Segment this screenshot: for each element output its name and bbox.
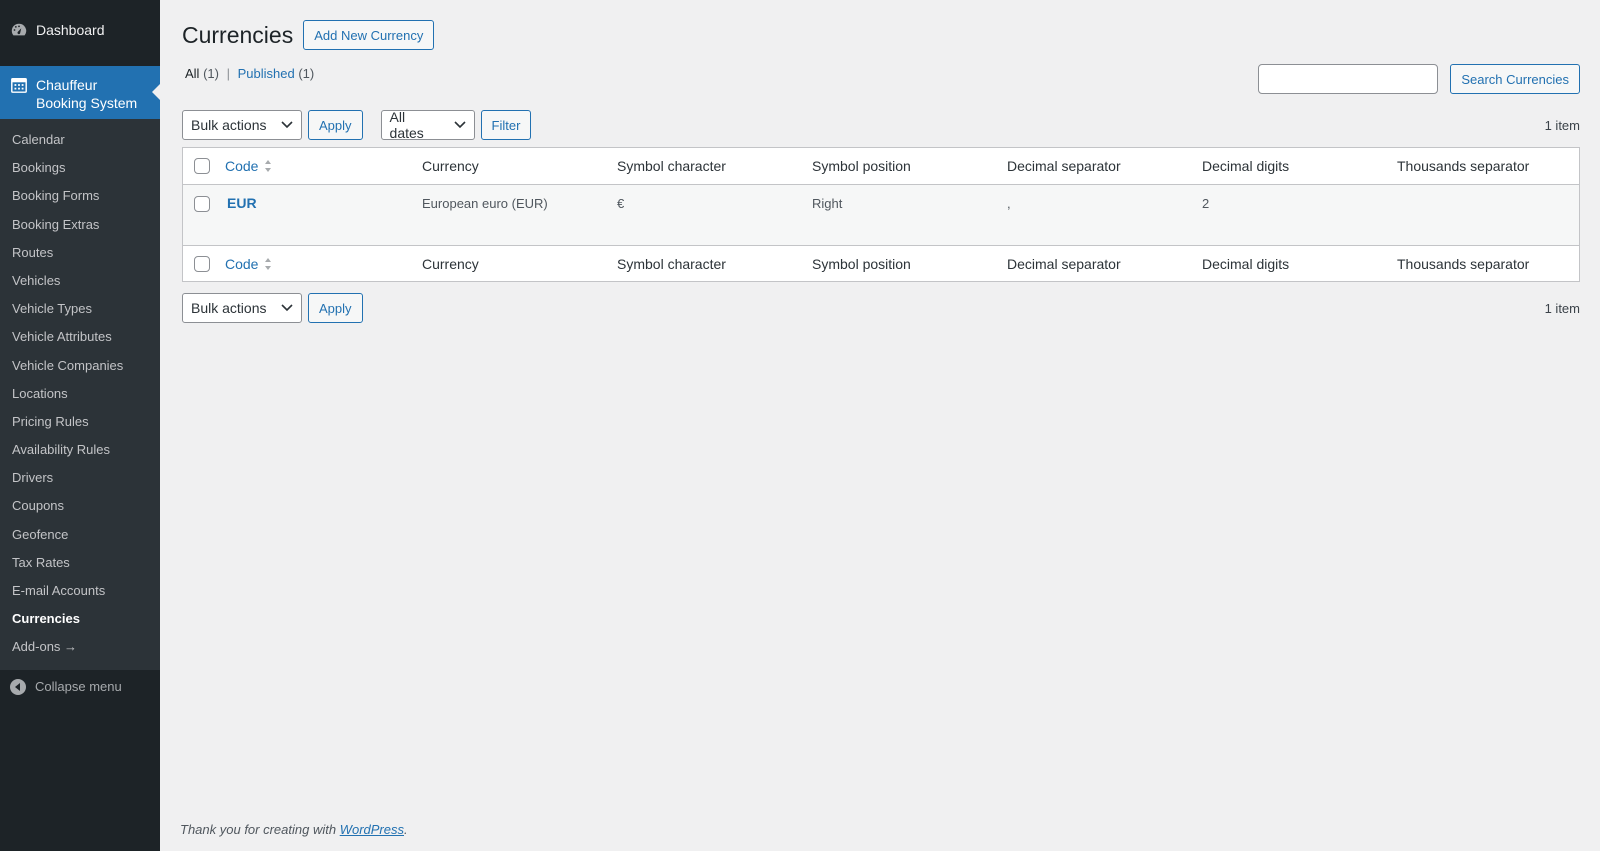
admin-sidebar: Dashboard Chauffeur Booking System Calen… [0, 0, 160, 851]
currency-code-link[interactable]: EUR [227, 195, 257, 211]
page-title: Currencies [182, 21, 294, 48]
search-box: Search Currencies [1258, 64, 1580, 94]
sidebar-item-chauffeur-booking-system[interactable]: Chauffeur Booking System [0, 66, 160, 119]
collapse-menu-label: Collapse menu [35, 679, 122, 695]
currencies-table: Code Currency Symbol character Symbol po… [182, 147, 1580, 282]
column-currency-footer: Currency [422, 255, 479, 272]
page-header: Currencies Add New Currency [182, 20, 1580, 50]
column-symbol-character: Symbol character [617, 158, 726, 174]
calendar-icon [10, 76, 28, 94]
sidebar-item-routes[interactable]: Routes [0, 239, 160, 267]
dates-filter-value: All dates [389, 109, 424, 141]
sort-arrows-icon [264, 257, 272, 271]
footer-period: . [404, 822, 408, 837]
row-decimal-digits: 2 [1202, 196, 1210, 211]
table-footer-row: Code Currency Symbol character Symbol po… [183, 245, 1579, 281]
bulk-actions-select[interactable]: Bulk actions [182, 110, 302, 140]
column-decimal-digits-footer: Decimal digits [1202, 255, 1290, 272]
bulk-actions-value: Bulk actions [191, 117, 267, 133]
view-filters: All (1) | Published (1) [185, 66, 314, 81]
sidebar-item-label: Chauffeur Booking System [36, 77, 138, 111]
chevron-down-icon [281, 304, 293, 312]
collapse-arrow-icon [10, 678, 26, 695]
sort-code-link[interactable]: Code [225, 256, 272, 272]
sidebar-item-tax-rates[interactable]: Tax Rates [0, 549, 160, 577]
sidebar-item-vehicle-types[interactable]: Vehicle Types [0, 295, 160, 323]
items-count: 1 item [1544, 117, 1580, 133]
filter-button[interactable]: Filter [480, 110, 532, 140]
apply-button[interactable]: Apply [308, 110, 363, 140]
sidebar-item-locations[interactable]: Locations [0, 380, 160, 408]
sidebar-item-calendar[interactable]: Calendar [0, 126, 160, 154]
column-symbol-position-footer: Symbol position [812, 255, 911, 272]
sort-arrows-icon [264, 159, 272, 173]
select-all-checkbox-bottom[interactable] [194, 256, 210, 272]
column-symbol-position: Symbol position [812, 158, 911, 174]
column-symbol-character-footer: Symbol character [617, 255, 726, 272]
main-content: Currencies Add New Currency All (1) | Pu… [182, 0, 1580, 323]
row-checkbox[interactable] [194, 196, 210, 212]
sidebar-item-vehicle-companies[interactable]: Vehicle Companies [0, 352, 160, 380]
add-new-currency-button[interactable]: Add New Currency [303, 20, 435, 50]
tablenav-top: Bulk actions Apply All dates Filter 1 it… [182, 109, 1580, 141]
sidebar-item-geofence[interactable]: Geofence [0, 521, 160, 549]
column-thousands-separator-footer: Thousands separator [1397, 255, 1530, 272]
sidebar-item-email-accounts[interactable]: E-mail Accounts [0, 577, 160, 605]
row-symbol-character: € [617, 196, 625, 211]
sidebar-item-vehicle-attributes[interactable]: Vehicle Attributes [0, 323, 160, 351]
table-row: EUR European euro (EUR) € Right , 2 [183, 185, 1579, 245]
view-separator: | [226, 66, 230, 81]
view-all-count: (1) [203, 66, 219, 81]
apply-button-bottom[interactable]: Apply [308, 293, 363, 323]
column-code-label: Code [225, 255, 259, 272]
sidebar-submenu: Calendar Bookings Booking Forms Booking … [0, 119, 160, 670]
items-count-bottom: 1 item [1544, 300, 1580, 316]
footer-text: Thank you for creating with [180, 822, 337, 837]
column-decimal-separator-footer: Decimal separator [1007, 255, 1121, 272]
sidebar-item-drivers[interactable]: Drivers [0, 464, 160, 492]
row-decimal-separator: , [1007, 196, 1011, 211]
admin-footer: Thank you for creating with WordPress. [180, 822, 408, 837]
sidebar-item-bookings[interactable]: Bookings [0, 154, 160, 182]
sidebar-item-dashboard[interactable]: Dashboard [0, 0, 160, 60]
sidebar-item-add-ons[interactable]: Add-ons → [0, 633, 160, 661]
column-code-footer[interactable]: Code [225, 256, 272, 272]
search-currencies-button[interactable]: Search Currencies [1450, 64, 1580, 94]
sidebar-item-booking-extras[interactable]: Booking Extras [0, 211, 160, 239]
sort-code-link[interactable]: Code [225, 158, 272, 174]
row-code[interactable]: EUR [227, 195, 257, 211]
row-currency: European euro (EUR) [422, 196, 548, 211]
view-all-link[interactable]: All [185, 66, 199, 81]
table-header-row: Code Currency Symbol character Symbol po… [183, 148, 1579, 185]
search-input[interactable] [1258, 64, 1439, 94]
column-thousands-separator: Thousands separator [1397, 158, 1530, 174]
chevron-down-icon [453, 121, 466, 129]
bulk-actions-select-bottom[interactable]: Bulk actions [182, 293, 302, 323]
dashboard-icon [10, 21, 28, 39]
sidebar-item-currencies[interactable]: Currencies [0, 605, 160, 633]
column-code-label: Code [225, 158, 259, 174]
collapse-menu-button[interactable]: Collapse menu [0, 670, 160, 704]
column-decimal-separator: Decimal separator [1007, 158, 1121, 174]
chevron-down-icon [281, 121, 293, 129]
sidebar-item-coupons[interactable]: Coupons [0, 492, 160, 520]
bulk-actions-value: Bulk actions [191, 300, 267, 316]
row-symbol-position: Right [812, 196, 843, 211]
column-currency: Currency [422, 158, 479, 174]
dates-filter-select[interactable]: All dates [380, 109, 475, 141]
view-published-link[interactable]: Published [238, 66, 295, 81]
column-decimal-digits: Decimal digits [1202, 158, 1290, 174]
sidebar-item-pricing-rules[interactable]: Pricing Rules [0, 408, 160, 436]
wordpress-link[interactable]: WordPress [340, 822, 404, 837]
sidebar-item-vehicles[interactable]: Vehicles [0, 267, 160, 295]
tablenav-bottom: Bulk actions Apply 1 item [182, 293, 1580, 323]
sidebar-item-availability-rules[interactable]: Availability Rules [0, 436, 160, 464]
column-code[interactable]: Code [225, 158, 272, 174]
sidebar-item-label: Dashboard [36, 22, 105, 38]
sidebar-item-booking-forms[interactable]: Booking Forms [0, 182, 160, 210]
select-all-checkbox[interactable] [194, 158, 210, 174]
view-published-count: (1) [298, 66, 315, 81]
